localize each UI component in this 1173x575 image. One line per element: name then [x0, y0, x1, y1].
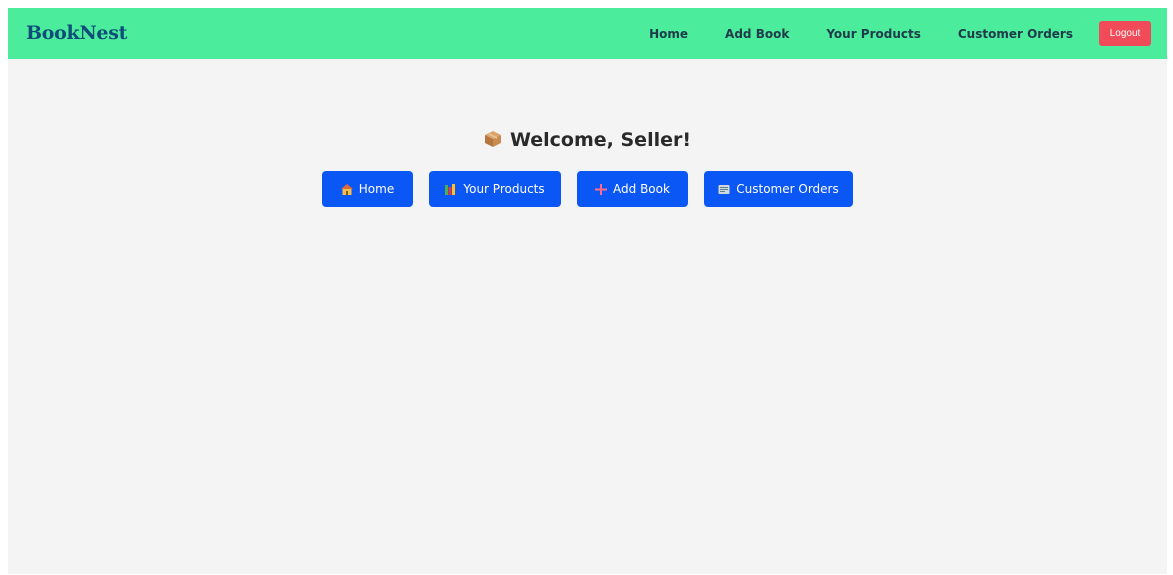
nav-link-your-products[interactable]: Your Products: [826, 27, 921, 41]
welcome-text: Welcome, Seller!: [509, 129, 692, 151]
logout-button[interactable]: Logout: [1099, 21, 1151, 46]
page: BookNest Home Add Book Your Products Cus…: [8, 8, 1167, 574]
welcome-heading: Welcome, Seller!: [8, 125, 1167, 155]
navbar: BookNest Home Add Book Your Products Cus…: [8, 8, 1167, 59]
customer-orders-button-label: Customer Orders: [736, 182, 839, 196]
home-button-label: Home: [358, 182, 395, 196]
nav-link-add-book[interactable]: Add Book: [725, 27, 789, 41]
brand-logo[interactable]: BookNest: [26, 22, 127, 44]
add-book-button-label: Add Book: [613, 182, 670, 196]
action-buttons: Home Your Products Add Book Customer Ord…: [8, 171, 1167, 207]
nav-links: Home Add Book Your Products Customer Ord…: [649, 8, 1151, 59]
customer-orders-button[interactable]: Customer Orders: [704, 171, 853, 207]
nav-link-home[interactable]: Home: [649, 27, 688, 41]
home-button[interactable]: Home: [322, 171, 413, 207]
your-products-button[interactable]: Your Products: [429, 171, 561, 207]
house-icon: [340, 183, 353, 195]
nav-link-customer-orders[interactable]: Customer Orders: [958, 27, 1073, 41]
receipt-icon: [718, 184, 730, 195]
add-book-button[interactable]: Add Book: [577, 171, 688, 207]
package-icon: [484, 127, 502, 147]
plus-icon: [595, 183, 608, 195]
books-icon: [445, 183, 457, 195]
your-products-button-label: Your Products: [463, 182, 545, 196]
